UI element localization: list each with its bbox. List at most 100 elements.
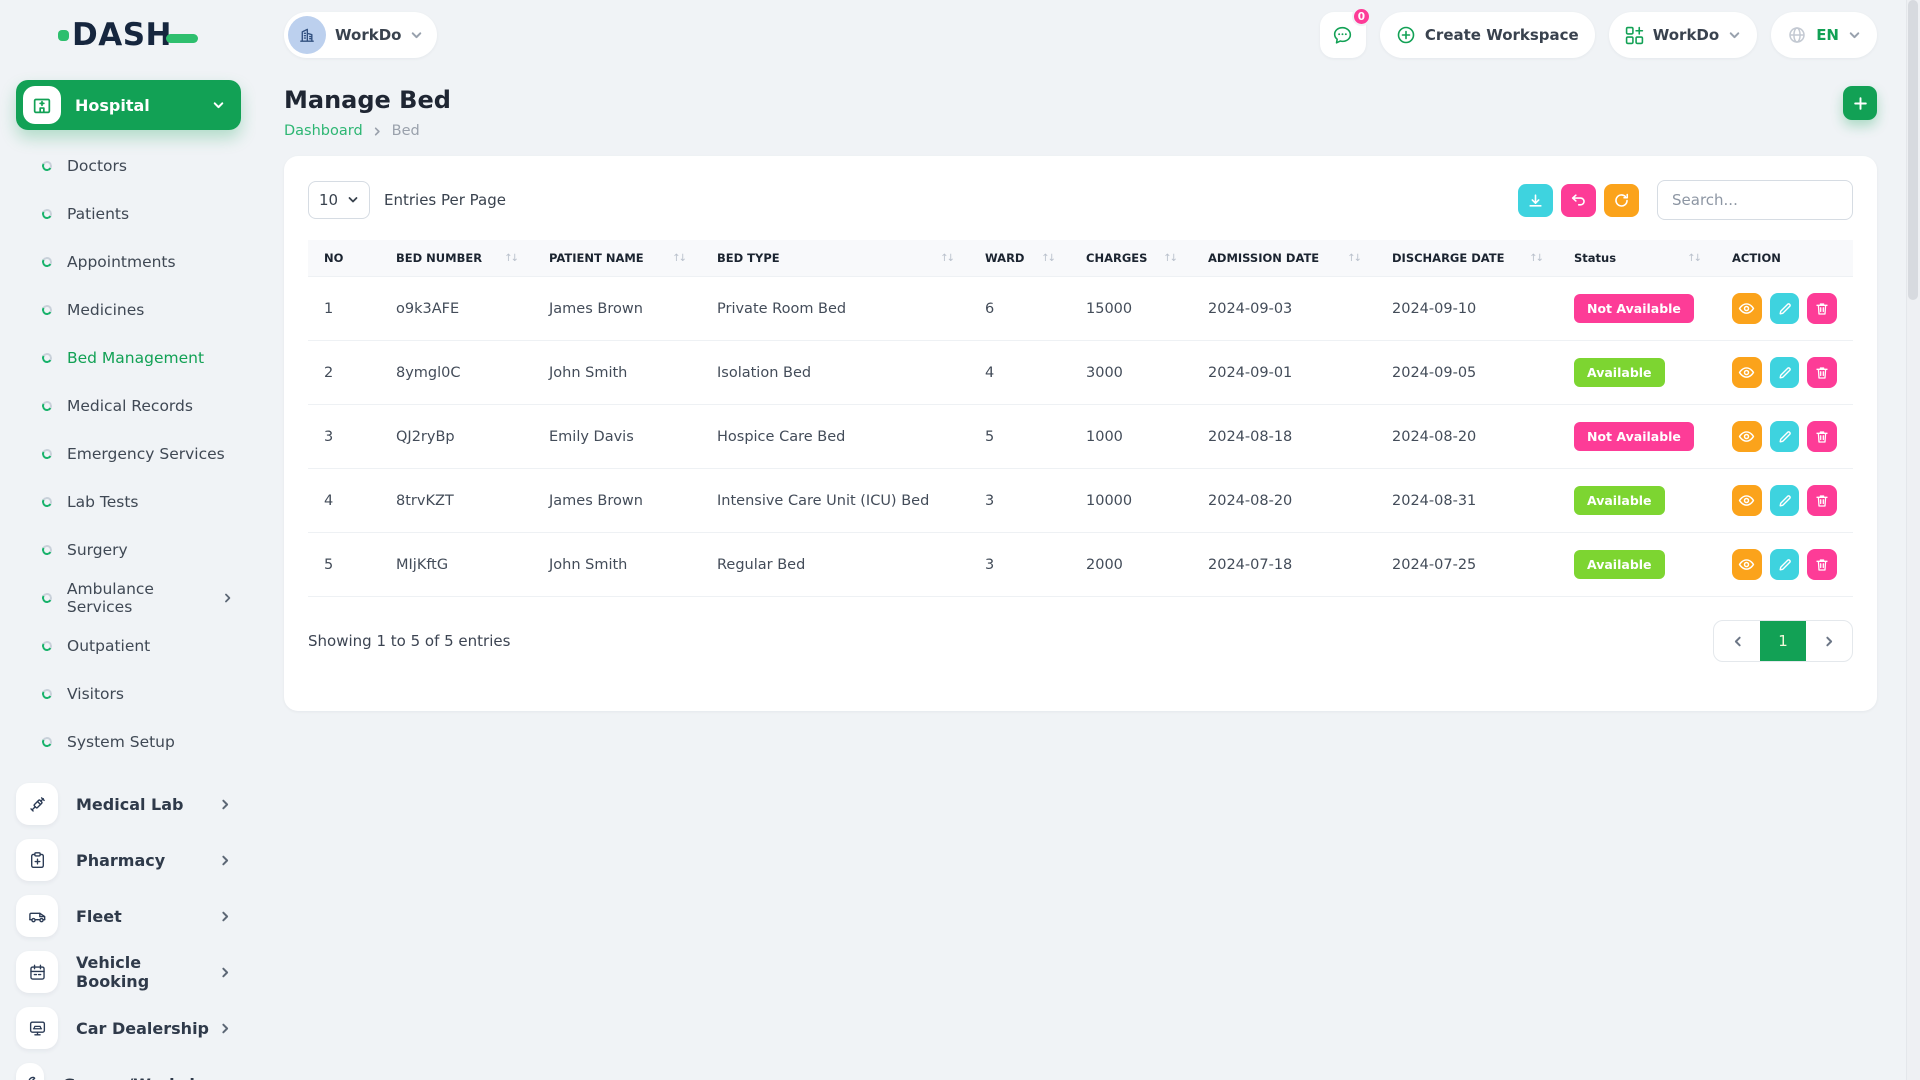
view-button[interactable] xyxy=(1732,293,1762,324)
edit-button[interactable] xyxy=(1770,421,1800,452)
sidebar-item-label: Medicines xyxy=(67,301,144,319)
trash-icon xyxy=(1814,493,1830,509)
syringe-icon xyxy=(16,783,58,825)
header-status[interactable]: Status↑↓ xyxy=(1558,240,1716,277)
globe-icon xyxy=(1787,25,1807,45)
cell-bed-type: Isolation Bed xyxy=(701,341,969,405)
main-area: WorkDo 0 Create Workspace WorkDo xyxy=(256,0,1920,1080)
sidebar-module-car-dealership[interactable]: Car Dealership xyxy=(0,1000,256,1056)
language-selector[interactable]: EN xyxy=(1771,12,1877,58)
pagination-next-button[interactable] xyxy=(1806,621,1852,661)
sidebar-item-visitors[interactable]: Visitors xyxy=(0,670,256,718)
sidebar-item-label: Emergency Services xyxy=(67,445,225,463)
view-button[interactable] xyxy=(1732,357,1762,388)
export-button[interactable] xyxy=(1518,184,1553,217)
sidebar-item-appointments[interactable]: Appointments xyxy=(0,238,256,286)
header-bed-number[interactable]: BED NUMBER↑↓ xyxy=(380,240,533,277)
workspace-selector[interactable]: WorkDo xyxy=(284,12,437,58)
table-row: 3 QJ2ryBp Emily Davis Hospice Care Bed 5… xyxy=(308,405,1853,469)
sidebar-item-ambulance-services[interactable]: Ambulance Services xyxy=(0,574,256,622)
table-row: 4 8trvKZT James Brown Intensive Care Uni… xyxy=(308,469,1853,533)
bullet-icon xyxy=(41,544,53,556)
chevron-left-icon xyxy=(1731,635,1744,648)
sidebar-item-system-setup[interactable]: System Setup xyxy=(0,718,256,766)
view-button[interactable] xyxy=(1732,549,1762,580)
eye-icon xyxy=(1738,428,1755,445)
delete-button[interactable] xyxy=(1807,549,1837,580)
header-ward[interactable]: WARD↑↓ xyxy=(969,240,1070,277)
chevron-down-icon xyxy=(347,194,359,206)
sidebar-item-patients[interactable]: Patients xyxy=(0,190,256,238)
sidebar-module-vehicle-booking[interactable]: Vehicle Booking xyxy=(0,944,256,1000)
cell-discharge-date: 2024-09-10 xyxy=(1376,277,1558,341)
sidebar-item-emergency-services[interactable]: Emergency Services xyxy=(0,430,256,478)
pagination-page-1[interactable]: 1 xyxy=(1760,621,1806,661)
header-discharge-date[interactable]: DISCHARGE DATE↑↓ xyxy=(1376,240,1558,277)
messages-button[interactable]: 0 xyxy=(1320,12,1366,58)
sidebar-item-medicines[interactable]: Medicines xyxy=(0,286,256,334)
sidebar-item-doctors[interactable]: Doctors xyxy=(0,142,256,190)
cell-patient-name: James Brown xyxy=(533,469,701,533)
add-bed-button[interactable] xyxy=(1843,86,1877,120)
chevron-right-icon xyxy=(1823,635,1836,648)
hospital-submenu: Doctors Patients Appointments Medicines … xyxy=(0,136,256,768)
delete-button[interactable] xyxy=(1807,485,1837,516)
trash-icon xyxy=(1814,301,1830,317)
sidebar-module-fleet[interactable]: Fleet xyxy=(0,888,256,944)
bullet-icon xyxy=(41,304,53,316)
sidebar-module-garage-workshop[interactable]: Garage/Workshop xyxy=(0,1056,256,1080)
cell-admission-date: 2024-08-20 xyxy=(1192,469,1376,533)
entries-per-page-select[interactable]: 10 xyxy=(308,181,370,219)
header-patient-name[interactable]: PATIENT NAME↑↓ xyxy=(533,240,701,277)
header-bed-type[interactable]: BED TYPE↑↓ xyxy=(701,240,969,277)
edit-button[interactable] xyxy=(1770,293,1800,324)
bullet-icon xyxy=(41,496,53,508)
pagination-prev-button[interactable] xyxy=(1714,621,1760,661)
cell-ward: 4 xyxy=(969,341,1070,405)
chevron-right-icon xyxy=(219,854,232,867)
chevron-down-icon xyxy=(410,29,423,42)
edit-button[interactable] xyxy=(1770,549,1800,580)
delete-button[interactable] xyxy=(1807,357,1837,388)
delete-button[interactable] xyxy=(1807,421,1837,452)
sidebar-module-label: Fleet xyxy=(76,907,219,926)
table-row: 5 MIjKftG John Smith Regular Bed 3 2000 … xyxy=(308,533,1853,597)
status-badge: Not Available xyxy=(1574,294,1694,323)
scrollbar-thumb[interactable] xyxy=(1908,0,1918,300)
bullet-icon xyxy=(41,256,53,268)
delete-button[interactable] xyxy=(1807,293,1837,324)
apps-menu-button[interactable]: WorkDo xyxy=(1609,12,1757,58)
sidebar-item-lab-tests[interactable]: Lab Tests xyxy=(0,478,256,526)
sidebar-module-medical-lab[interactable]: Medical Lab xyxy=(0,776,256,832)
view-button[interactable] xyxy=(1732,421,1762,452)
create-workspace-button[interactable]: Create Workspace xyxy=(1380,12,1595,58)
sidebar-module-hospital[interactable]: Hospital xyxy=(16,80,241,130)
undo-button[interactable] xyxy=(1561,184,1596,217)
sidebar-item-label: Appointments xyxy=(67,253,176,271)
table-header-row: NO BED NUMBER↑↓ PATIENT NAME↑↓ BED TYPE↑… xyxy=(308,240,1853,277)
sidebar-item-medical-records[interactable]: Medical Records xyxy=(0,382,256,430)
cell-no: 2 xyxy=(308,341,380,405)
sidebar-module-pharmacy[interactable]: Pharmacy xyxy=(0,832,256,888)
sidebar-item-outpatient[interactable]: Outpatient xyxy=(0,622,256,670)
sidebar-item-bed-management[interactable]: Bed Management xyxy=(0,334,256,382)
bullet-icon xyxy=(41,736,53,748)
sidebar-item-label: Patients xyxy=(67,205,129,223)
plus-icon xyxy=(1852,95,1869,112)
page-scrollbar[interactable] xyxy=(1906,0,1920,1080)
pencil-icon xyxy=(1777,493,1793,509)
header-admission-date[interactable]: ADMISSION DATE↑↓ xyxy=(1192,240,1376,277)
apps-grid-icon xyxy=(1625,26,1644,45)
logo-text: DASH xyxy=(72,17,172,53)
pencil-icon xyxy=(1777,429,1793,445)
sidebar-item-surgery[interactable]: Surgery xyxy=(0,526,256,574)
search-input[interactable] xyxy=(1657,180,1853,220)
edit-button[interactable] xyxy=(1770,357,1800,388)
header-charges[interactable]: CHARGES↑↓ xyxy=(1070,240,1192,277)
view-button[interactable] xyxy=(1732,485,1762,516)
breadcrumb-dashboard-link[interactable]: Dashboard xyxy=(284,123,363,139)
van-icon xyxy=(16,895,58,937)
edit-button[interactable] xyxy=(1770,485,1800,516)
refresh-button[interactable] xyxy=(1604,184,1639,217)
table-row: 2 8ymgl0C John Smith Isolation Bed 4 300… xyxy=(308,341,1853,405)
